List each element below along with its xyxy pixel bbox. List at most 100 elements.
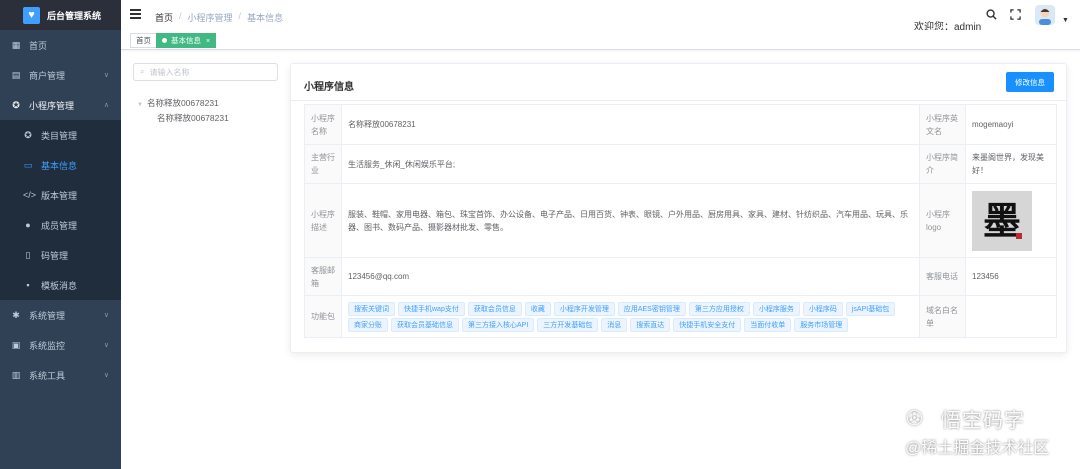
sidebar-subitem-basic-info[interactable]: ▭ 基本信息 [0, 150, 121, 180]
desc-value: 服装、鞋帽、家用电器、箱包、珠宝首饰、办公设备、电子产品、日用百货、钟表、眼镜、… [341, 183, 920, 258]
breadcrumb: 首页 / 小程序管理 / 基本信息 [155, 11, 284, 24]
phone-icon: ▯ [25, 249, 31, 260]
table-row: 主营行业 生活服务_休闲_休闲娱乐平台; 小程序简介 来墨阁世界，发现美好！ [304, 144, 1057, 184]
domain-value [965, 295, 1057, 338]
name-value: 名称释放00678231 [341, 104, 920, 145]
sidebar-item-label: 首页 [29, 40, 48, 51]
tree-node-child[interactable]: 名称释放00678231 [157, 112, 229, 124]
sidebar-item-label: 类目管理 [41, 130, 78, 141]
code-icon: </> [23, 190, 37, 200]
table-row: 客服邮箱 123456@qq.com 客服电话 123456 [304, 257, 1057, 296]
sidebar-item-label: 系统管理 [29, 310, 66, 321]
edit-info-button[interactable]: 修改信息 [1006, 72, 1054, 92]
email-value: 123456@qq.com [341, 257, 920, 296]
breadcrumb-item[interactable]: 首页 [155, 11, 173, 24]
user-icon: ● [25, 220, 31, 230]
avatar[interactable] [1035, 5, 1055, 25]
chevron-down-icon: ∨ [103, 312, 109, 319]
sidebar-item-label: 系统监控 [29, 340, 66, 351]
fullscreen-icon[interactable] [1010, 9, 1021, 23]
func-chip: 快捷手机安全支付 [673, 317, 742, 332]
sidebar: ♥ 后台管理系统 ▦ 首页 ▤ 商户管理 ∨ ✪ 小程序管理 ∧ ✪ 类目管理 … [0, 0, 121, 469]
sidebar-item-label: 小程序管理 [29, 100, 75, 111]
sidebar-item-system[interactable]: ✱ 系统管理 ∨ [0, 300, 121, 330]
table-row: 功能包 搜索关键词 快捷手机wap支付 获取会员信息 收藏 小程序开发管理 应用… [304, 295, 1057, 338]
logo-label: 小程序logo [919, 183, 966, 258]
func-chip: jsAPI基础包 [845, 301, 896, 316]
chevron-down-icon: ∨ [103, 72, 109, 79]
miniapp-logo: 墨 [972, 190, 1032, 251]
sidebar-item-tools[interactable]: ▥ 系统工具 ∨ [0, 360, 121, 390]
func-chip: 获取会员信息 [467, 301, 522, 316]
tag-home[interactable]: 首页 [130, 33, 157, 48]
search-icon[interactable] [986, 9, 997, 23]
en-name-label: 小程序英文名 [919, 104, 966, 145]
breadcrumb-item: 小程序管理 [187, 13, 233, 23]
seal-icon [1016, 232, 1022, 239]
sidebar-item-label: 商户管理 [29, 70, 66, 81]
sidebar-item-label: 成员管理 [41, 220, 78, 231]
sidebar-item-miniapp[interactable]: ✪ 小程序管理 ∧ [0, 90, 121, 120]
phone-label: 客服电话 [919, 257, 966, 296]
func-chip: 小程序开发管理 [553, 301, 615, 316]
phone-value: 123456 [965, 257, 1057, 296]
info-table: 小程序名称 名称释放00678231 小程序英文名 mogemaoyi 主营行业… [304, 104, 1057, 338]
miniapp-info-card: 小程序信息 修改信息 小程序名称 名称释放00678231 小程序英文名 mog… [290, 63, 1067, 353]
sidebar-logo[interactable]: ♥ 后台管理系统 [0, 0, 121, 30]
func-chip: 商家分账 [348, 317, 388, 332]
sidebar-subitem-code[interactable]: ▯ 码管理 [0, 240, 121, 270]
caret-down-icon[interactable]: ▼ [1062, 17, 1069, 24]
breadcrumb-item: 基本信息 [247, 13, 284, 23]
chevron-down-icon: ∨ [103, 372, 109, 379]
domain-label: 域名白名单 [919, 295, 966, 338]
email-label: 客服邮箱 [304, 257, 342, 296]
func-chip: 搜索直达 [630, 317, 671, 332]
logo-cell: 墨 [965, 183, 1057, 258]
wechat-icon: ✇ [906, 408, 923, 430]
industry-label: 主营行业 [304, 144, 342, 184]
tree-search-input[interactable] [149, 67, 260, 77]
func-chip: 当面付收单 [744, 317, 792, 332]
sidebar-subitem-template-msg[interactable]: ▪ 模板消息 [0, 270, 121, 300]
hamburger-icon[interactable] [130, 9, 141, 19]
tag-basic-info[interactable]: 基本信息 × [156, 33, 217, 48]
industry-value: 生活服务_休闲_休闲娱乐平台; [341, 144, 920, 184]
info-icon: ▭ [23, 159, 33, 170]
tags-view: 首页 基本信息 × [121, 30, 1080, 50]
sidebar-item-label: 基本信息 [41, 160, 78, 171]
dashboard-icon: ▦ [11, 39, 21, 50]
sidebar-item-home[interactable]: ▦ 首页 [0, 30, 121, 60]
monitor-icon: ▣ [11, 339, 21, 350]
intro-label: 小程序简介 [919, 144, 966, 184]
close-icon[interactable]: × [206, 38, 210, 45]
func-chip-list: 搜索关键词 快捷手机wap支付 获取会员信息 收藏 小程序开发管理 应用AES密… [348, 299, 913, 335]
watermark-title: 悟空码字 [941, 410, 1025, 432]
category-icon: ✪ [24, 129, 32, 140]
func-chip: 获取会员基础信息 [391, 317, 459, 332]
func-chip: 应用AES密钥管理 [617, 301, 686, 316]
intro-value: 来墨阁世界，发现美好！ [965, 144, 1057, 184]
func-chip: 第三方应用授权 [688, 301, 750, 316]
sidebar-item-label: 模板消息 [41, 280, 78, 291]
app-title: 后台管理系统 [47, 10, 102, 21]
sidebar-subitem-members[interactable]: ● 成员管理 [0, 210, 121, 240]
chevron-down-icon: ∨ [103, 342, 109, 349]
shop-icon: ▤ [11, 69, 21, 80]
table-row: 小程序名称 名称释放00678231 小程序英文名 mogemaoyi [304, 104, 1057, 145]
func-chip: 小程序服务 [752, 301, 800, 316]
sidebar-subitem-version[interactable]: </> 版本管理 [0, 180, 121, 210]
func-chip: 收藏 [524, 301, 551, 316]
func-chip: 消息 [601, 317, 628, 332]
caret-down-icon[interactable]: ▼ [137, 102, 143, 108]
sidebar-item-monitor[interactable]: ▣ 系统监控 ∨ [0, 330, 121, 360]
name-label: 小程序名称 [304, 104, 342, 145]
desc-label: 小程序描述 [304, 183, 342, 258]
sidebar-subitem-category[interactable]: ✪ 类目管理 [0, 120, 121, 150]
func-value: 搜索关键词 快捷手机wap支付 获取会员信息 收藏 小程序开发管理 应用AES密… [341, 295, 920, 338]
chevron-up-icon: ∧ [103, 102, 109, 109]
sidebar-item-label: 系统工具 [29, 370, 66, 381]
search-icon: ⌕ [140, 67, 145, 76]
sidebar-item-merchant[interactable]: ▤ 商户管理 ∨ [0, 60, 121, 90]
tree-node-root[interactable]: ▼ 名称释放00678231 [137, 97, 219, 109]
sidebar-item-label: 码管理 [41, 250, 69, 261]
